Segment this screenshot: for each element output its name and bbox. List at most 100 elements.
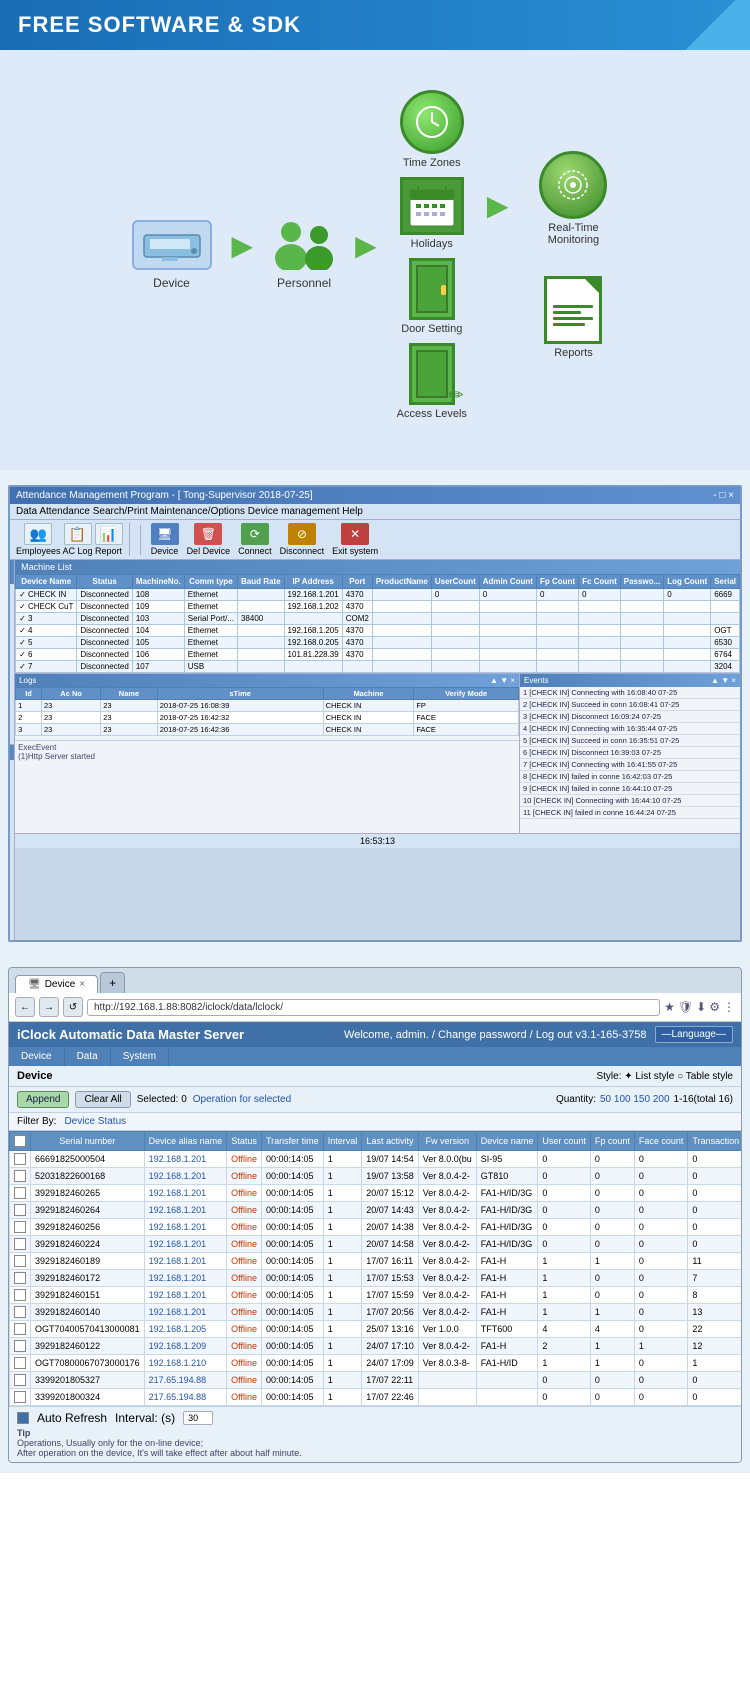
qty-options[interactable]: 50 100 150 200 [600, 1094, 670, 1105]
bookmark-icon[interactable]: ★ [664, 1000, 675, 1014]
middle-icons: Time Zones [397, 90, 467, 420]
iclock-app-header: iClock Automatic Data Master Server Welc… [9, 1022, 741, 1047]
table-row[interactable]: ✓ 4Disconnected104Ethernet192.168.1.2054… [16, 625, 740, 637]
col-device: Device name [476, 1132, 538, 1151]
operation-for-selected[interactable]: Operation for selected [193, 1094, 291, 1105]
url-bar[interactable]: http://192.168.1.88:8082/iclock/data/lcl… [87, 999, 660, 1016]
row-checkbox[interactable] [14, 1340, 26, 1352]
iclock-section: 🖥 Device × + ← → ↺ http://192.168.1.88:8… [0, 957, 750, 1473]
table-row[interactable]: ✓ 6Disconnected106Ethernet101.81.228.394… [16, 649, 740, 661]
table-row[interactable]: 3929182460122 192.168.1.209 Offline 00:0… [10, 1338, 742, 1355]
door-setting-item: Door Setting [401, 258, 462, 335]
att-event-row: 8 [CHECK IN] failed in conne 16:42:03 07… [520, 771, 740, 783]
pagination: 1-16(total 16) [674, 1094, 733, 1105]
table-row[interactable]: 3929182460151 192.168.1.201 Offline 00:0… [10, 1287, 742, 1304]
auto-refresh-checkbox[interactable] [17, 1412, 29, 1424]
table-row[interactable]: 3929182460264 192.168.1.201 Offline 00:0… [10, 1202, 742, 1219]
table-row[interactable]: OGT70800067073000176 192.168.1.210 Offli… [10, 1355, 742, 1372]
browser-tab-active[interactable]: 🖥 Device × [15, 975, 98, 993]
nav-data[interactable]: Data [65, 1047, 111, 1066]
att-event-row: 4 [CHECK IN] Connecting with 16:35:44 07… [520, 723, 740, 735]
table-row[interactable]: 66691825000504 192.168.1.201 Offline 00:… [10, 1151, 742, 1168]
table-row[interactable]: ✓ CHECK CuTDisconnected109Ethernet192.16… [16, 601, 740, 613]
table-row[interactable]: ✓ CHECK INDisconnected108Ethernet192.168… [16, 589, 740, 601]
device-btn[interactable]: 🖥 Device [151, 523, 179, 556]
att-time: 16:53:13 [360, 836, 395, 846]
language-selector[interactable]: —Language— [655, 1026, 734, 1043]
tip-text2: After operation on the device, It's will… [17, 1448, 733, 1458]
table-row[interactable]: 3399201805327 217.65.194.88 Offline 00:0… [10, 1372, 742, 1389]
personnel-item: Personnel [273, 220, 335, 290]
browser-tab-label: Device [45, 979, 76, 990]
filter-value[interactable]: Device Status [64, 1116, 126, 1127]
browser-tab-close[interactable]: × [79, 979, 85, 990]
row-checkbox[interactable] [14, 1272, 26, 1284]
append-button[interactable]: Append [17, 1091, 69, 1108]
style-selector[interactable]: Style: ✦ List style ○ Table style [596, 1071, 733, 1082]
download-icon[interactable]: ⬇ [696, 1000, 706, 1014]
col-fc: Fc Count [579, 575, 621, 589]
row-checkbox[interactable] [14, 1323, 26, 1335]
exit-btn[interactable]: ✕ Exit system [332, 523, 378, 556]
table-row[interactable]: OGT70400570413000081 192.168.1.205 Offli… [10, 1321, 742, 1338]
att-log-header: Logs▲ ▼ × [15, 674, 519, 687]
filter-label: Filter By: [17, 1116, 56, 1127]
table-row[interactable]: 3929182460265 192.168.1.201 Offline 00:0… [10, 1185, 742, 1202]
row-checkbox[interactable] [14, 1238, 26, 1250]
att-event-row: 2 [CHECK IN] Succeed in conn 16:08:41 07… [520, 699, 740, 711]
table-row[interactable]: 3929182460224 192.168.1.201 Offline 00:0… [10, 1236, 742, 1253]
clear-all-button[interactable]: Clear All [75, 1091, 130, 1108]
col-serial: Serial number [31, 1132, 145, 1151]
col-product: ProductName [372, 575, 431, 589]
row-checkbox[interactable] [14, 1306, 26, 1318]
more-icon[interactable]: ⋮ [723, 1000, 735, 1014]
personnel-label: Personnel [277, 276, 331, 290]
reload-button[interactable]: ↺ [63, 997, 83, 1017]
row-checkbox[interactable] [14, 1170, 26, 1182]
shield-icon[interactable]: 🛡 [678, 1000, 693, 1014]
select-all-checkbox[interactable] [14, 1135, 26, 1147]
col-baud: Baud Rate [237, 575, 284, 589]
iclock-filter-row: Filter By: Device Status [9, 1113, 741, 1131]
connect-btn[interactable]: ⟳ Connect [238, 523, 272, 556]
att-menubar-text: Data Attendance Search/Print Maintenance… [16, 506, 363, 517]
row-checkbox[interactable] [14, 1289, 26, 1301]
table-row[interactable]: ✓ 5Disconnected105Ethernet192.168.0.2054… [16, 637, 740, 649]
col-status: Status [77, 575, 132, 589]
row-checkbox[interactable] [14, 1357, 26, 1369]
iclock-footer: Auto Refresh Interval: (s) Tip Operation… [9, 1406, 741, 1462]
report-tab[interactable]: 📊 Report [95, 523, 123, 556]
device-table-wrap: Serial number Device alias name Status T… [9, 1131, 741, 1406]
back-button[interactable]: ← [15, 997, 35, 1017]
browser-tab-add[interactable]: + [100, 972, 125, 993]
table-row[interactable]: 52031822600168 192.168.1.201 Offline 00:… [10, 1168, 742, 1185]
col-fp: Fp count [590, 1132, 634, 1151]
interval-input[interactable] [183, 1411, 213, 1425]
del-device-btn[interactable]: 🗑 Del Device [187, 523, 231, 556]
row-checkbox[interactable] [14, 1391, 26, 1403]
nav-system[interactable]: System [111, 1047, 169, 1066]
table-row[interactable]: 3929182460140 192.168.1.201 Offline 00:0… [10, 1304, 742, 1321]
table-row[interactable]: 3929182460189 192.168.1.201 Offline 00:0… [10, 1253, 742, 1270]
nav-device[interactable]: Device [9, 1047, 65, 1066]
att-menubar[interactable]: Data Attendance Search/Print Maintenance… [10, 504, 740, 520]
att-event-header: Events▲ ▼ × [520, 674, 740, 687]
table-row[interactable]: ✓ 3Disconnected103Serial Port/...38400CO… [16, 613, 740, 625]
access-levels-label: Access Levels [397, 408, 467, 420]
forward-button[interactable]: → [39, 997, 59, 1017]
row-checkbox[interactable] [14, 1221, 26, 1233]
tab-icon: 🖥 [28, 979, 41, 990]
table-row[interactable]: ✓ 7Disconnected107USB3204 [16, 661, 740, 673]
row-checkbox[interactable] [14, 1204, 26, 1216]
table-row[interactable]: 3929182460256 192.168.1.201 Offline 00:0… [10, 1219, 742, 1236]
table-row[interactable]: 3929182460172 192.168.1.201 Offline 00:0… [10, 1270, 742, 1287]
disconnect-btn[interactable]: ⊘ Disconnect [280, 523, 325, 556]
settings-icon[interactable]: ⚙ [709, 1000, 720, 1014]
row-checkbox[interactable] [14, 1187, 26, 1199]
row-checkbox[interactable] [14, 1255, 26, 1267]
row-checkbox[interactable] [14, 1153, 26, 1165]
table-row[interactable]: 3399201800324 217.65.194.88 Offline 00:0… [10, 1389, 742, 1406]
employees-tab[interactable]: 👥 Employees [16, 523, 61, 556]
ac-log-tab[interactable]: 📋 AC Log [63, 523, 93, 556]
row-checkbox[interactable] [14, 1374, 26, 1386]
